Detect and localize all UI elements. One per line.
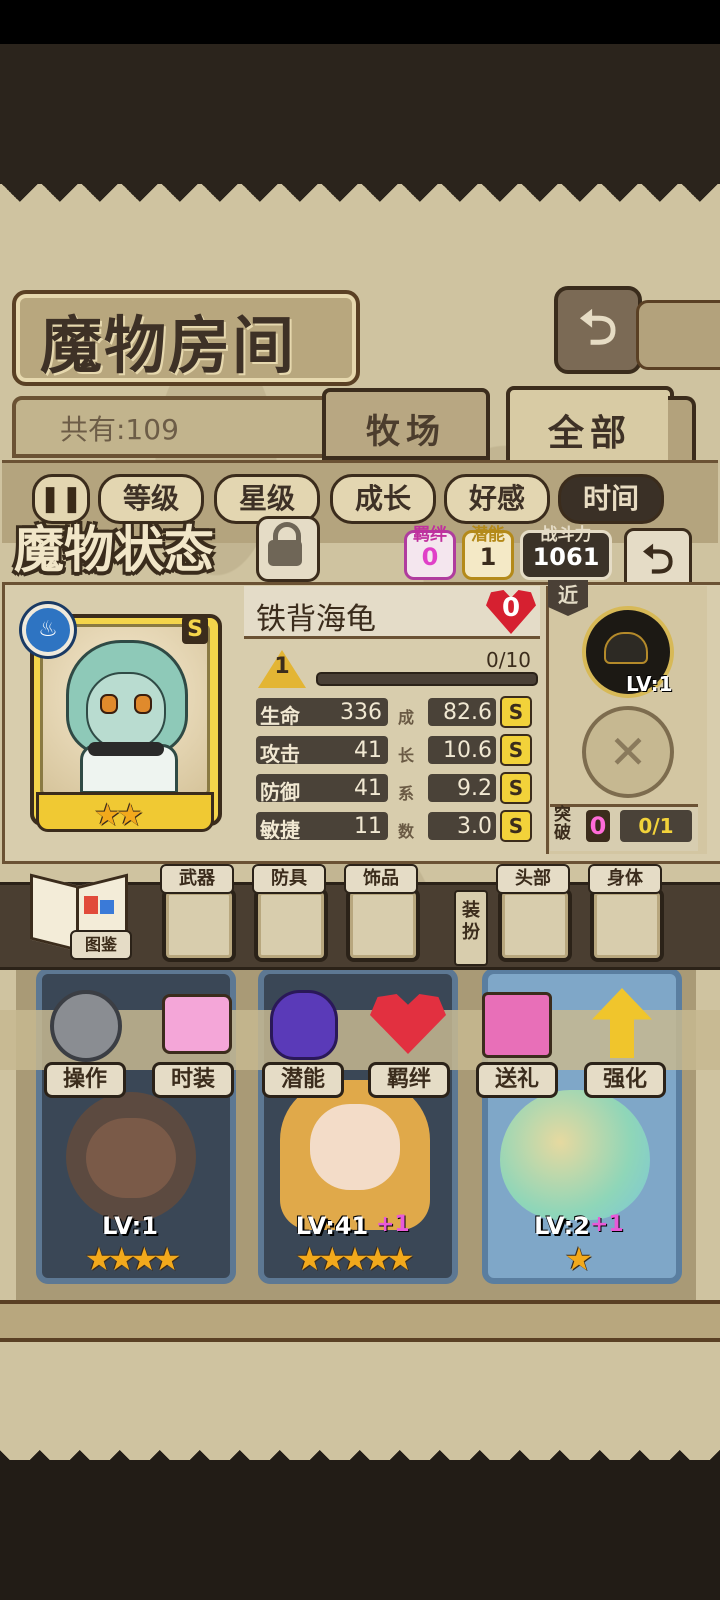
exp-bar: [316, 672, 538, 686]
monster-portrait: [500, 1090, 650, 1220]
breakthrough-value: 0: [586, 810, 610, 842]
lock-icon-body: [268, 540, 302, 566]
monster-card-level: LV:2: [534, 1212, 590, 1240]
book-icon-accent: [100, 900, 114, 914]
grid-frame-bottom: [0, 1300, 720, 1342]
equip-label-body: 身体: [588, 864, 662, 894]
exp-text: 0/10: [486, 648, 531, 672]
water-steam-icon: ♨: [22, 604, 74, 656]
equip-label-weapon: 武器: [160, 864, 234, 894]
breakthrough-progress: 0/1: [620, 810, 692, 842]
stat-value: 41: [354, 738, 382, 763]
frame-edge: [668, 396, 696, 464]
encyclopedia-button[interactable]: 图鉴: [70, 930, 132, 960]
growth-value: 82.6: [443, 700, 492, 725]
monster-card-stars: ★★★★: [84, 1240, 182, 1278]
room-title: 魔物房间: [40, 309, 297, 382]
monster-card-plus: +1: [376, 1212, 410, 1237]
grade-badge: S: [500, 734, 532, 766]
dress-up-label: 装扮: [454, 890, 488, 966]
potential-value: 1: [479, 543, 497, 571]
monster-card-plus: +1: [590, 1212, 624, 1237]
star-rating: ★★: [94, 798, 144, 833]
stat-value: 41: [354, 776, 382, 801]
breakthrough-label: 突破: [554, 805, 571, 843]
gift-icon[interactable]: [470, 984, 558, 1068]
action-gift-button[interactable]: 送礼: [476, 1062, 558, 1098]
background-top: [0, 44, 720, 184]
monster-eye: [100, 694, 118, 714]
growth-value: 3.0: [457, 814, 492, 839]
tab-pasture-label: 牧场: [366, 412, 446, 452]
action-potential-button[interactable]: 潜能: [262, 1062, 344, 1098]
affection-value: 0: [501, 593, 521, 623]
grade-badge: S: [500, 810, 532, 842]
action-bond-button[interactable]: 羁绊: [368, 1062, 450, 1098]
bond-value: 0: [421, 543, 439, 571]
monster-portrait-face: [86, 1118, 176, 1198]
status-bar: [0, 0, 720, 44]
growth-label-char: 成: [398, 708, 415, 727]
equip-slot-armor[interactable]: [254, 888, 328, 962]
action-operate-button[interactable]: 操作: [44, 1062, 126, 1098]
sort-time-button[interactable]: 时间: [558, 474, 664, 524]
power-label: 战斗力: [540, 525, 592, 545]
growth-value: 10.6: [443, 738, 492, 763]
monster-scarf: [88, 742, 164, 756]
helmet-icon: [604, 632, 648, 664]
paper-edge-top: [0, 182, 720, 222]
paper-edge-bottom: [0, 1430, 720, 1470]
stat-value: 11: [354, 814, 382, 839]
stat-name: 生命: [260, 704, 300, 728]
potential-label: 潜能: [471, 525, 505, 545]
monster-face: [86, 672, 166, 750]
heart-icon[interactable]: [364, 984, 452, 1068]
shirt-icon[interactable]: [150, 984, 238, 1068]
background-bottom: [0, 1460, 720, 1600]
gear-icon[interactable]: [40, 984, 128, 1068]
right-side-tab: [636, 300, 720, 370]
monster-portrait-face: [310, 1104, 400, 1190]
monster-name: 铁背海龟: [256, 602, 376, 637]
equip-label-head: 头部: [496, 864, 570, 894]
monster-card-stars: ★★★★★: [295, 1240, 414, 1278]
grade-badge: S: [500, 772, 532, 804]
stat-value: 336: [340, 700, 382, 725]
action-enhance-button[interactable]: 强化: [584, 1062, 666, 1098]
demon-icon[interactable]: [258, 984, 346, 1068]
equip-slot-accessory[interactable]: [346, 888, 420, 962]
bond-label: 羁绊: [413, 525, 447, 545]
skill-level: LV:1: [626, 672, 673, 696]
equip-slot-body[interactable]: [590, 888, 664, 962]
power-value: 1061: [532, 543, 600, 571]
monster-card-level: LV:1: [102, 1212, 158, 1240]
equip-label-armor: 防具: [252, 864, 326, 894]
status-title: 魔物状态: [14, 520, 214, 579]
rank-badge: S: [182, 616, 208, 644]
stat-name: 攻击: [260, 742, 300, 766]
stat-name: 敏捷: [260, 818, 300, 842]
growth-label-char: 长: [398, 746, 415, 765]
room-back-button[interactable]: ⮌: [554, 286, 642, 374]
growth-label-char: 系: [398, 784, 415, 803]
growth-value: 9.2: [457, 776, 492, 801]
sort-growth-button[interactable]: 成长: [330, 474, 436, 524]
growth-label-char: 数: [398, 822, 415, 841]
grade-badge: S: [500, 696, 532, 728]
equip-slot-head[interactable]: [498, 888, 572, 962]
monster-count: 共有:109: [60, 413, 179, 446]
upgrade-arrow-icon[interactable]: [578, 984, 666, 1068]
level-value: 1: [274, 654, 290, 679]
tab-all-label: 全部: [547, 413, 632, 454]
equip-slot-weapon[interactable]: [162, 888, 236, 962]
action-fashion-button[interactable]: 时装: [152, 1062, 234, 1098]
book-icon-accent: [84, 896, 98, 914]
monster-eye: [134, 694, 152, 714]
stat-name: 防御: [260, 780, 300, 804]
equip-label-accessory: 饰品: [344, 864, 418, 894]
empty-skill-slot[interactable]: ✕: [582, 706, 674, 798]
monster-card-stars: ★: [564, 1240, 594, 1278]
sort-affection-button[interactable]: 好感: [444, 474, 550, 524]
